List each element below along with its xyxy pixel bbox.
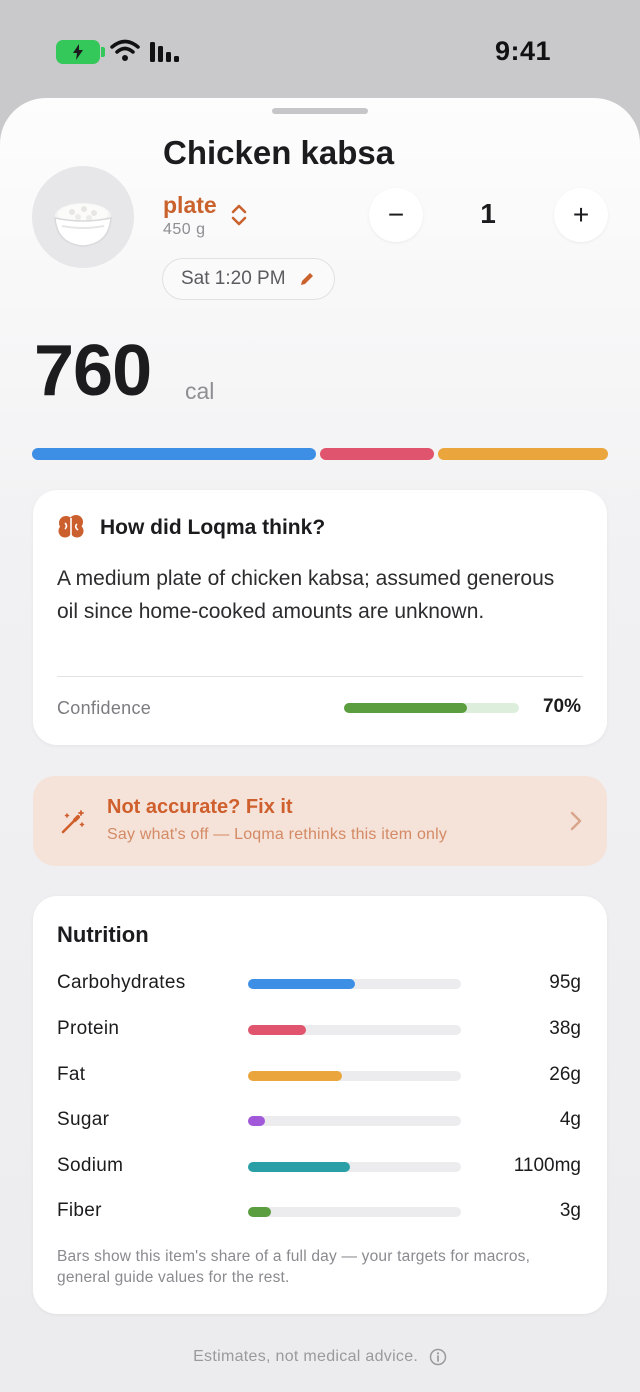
macro-segment-protein xyxy=(320,448,434,460)
nutrient-value: 95g xyxy=(549,972,581,993)
disclaimer: Estimates, not medical advice. xyxy=(0,1348,640,1366)
nutrition-card: Nutrition Carbohydrates 95g Protein 38g … xyxy=(33,896,607,1314)
divider xyxy=(57,676,583,677)
confidence-bar xyxy=(344,703,519,713)
info-icon[interactable] xyxy=(429,1348,447,1366)
sheet-drag-handle[interactable] xyxy=(272,108,368,114)
food-detail-sheet: Chicken kabsa plate 450 g − 1 + Sat 1:20… xyxy=(0,98,640,1392)
nutrient-value: 3g xyxy=(559,1200,581,1221)
nutrition-footnote: Bars show this item's share of a full da… xyxy=(57,1248,531,1286)
calories-value: 760 xyxy=(34,331,152,411)
reasoning-text: A medium plate of chicken kabsa; assumed… xyxy=(57,567,555,623)
nutrient-value: 38g xyxy=(549,1018,581,1039)
nutrient-bar-fill xyxy=(248,1116,266,1126)
nutrition-title: Nutrition xyxy=(57,922,149,947)
nutrient-bar-fill xyxy=(248,1071,342,1081)
battery-tip xyxy=(101,47,105,57)
fix-it-title: Not accurate? Fix it xyxy=(107,796,293,818)
nutrient-bar-fill xyxy=(248,1207,272,1217)
nutrient-bar xyxy=(248,979,461,989)
chevron-up-down-icon[interactable] xyxy=(229,202,249,228)
nutrient-row: Sodium 1100mg xyxy=(33,1155,607,1179)
nutrient-label: Fat xyxy=(57,1064,86,1085)
calories-unit: cal xyxy=(185,378,215,404)
wifi-icon xyxy=(110,39,140,61)
status-time: 9:41 xyxy=(494,36,551,66)
nutrient-bar xyxy=(248,1071,461,1081)
rice-bowl-icon xyxy=(32,166,134,268)
confidence-value: 70% xyxy=(542,696,581,717)
nutrient-row: Protein 38g xyxy=(33,1018,607,1042)
minus-label: − xyxy=(387,199,405,230)
nutrient-label: Fiber xyxy=(57,1200,102,1221)
nutrient-bar-fill xyxy=(248,1162,351,1172)
logged-time: Sat 1:20 PM xyxy=(181,268,286,289)
decrease-quantity-button[interactable]: − xyxy=(369,188,423,242)
serving-unit[interactable]: plate xyxy=(163,192,217,219)
nutrient-label: Carbohydrates xyxy=(57,972,186,993)
plus-label: + xyxy=(572,199,590,230)
confidence-bar-fill xyxy=(344,703,467,713)
signal-icon xyxy=(150,42,179,62)
logged-time-chip[interactable]: Sat 1:20 PM xyxy=(162,258,335,300)
nutrient-value: 4g xyxy=(559,1109,581,1130)
fix-it-button[interactable]: Not accurate? Fix it Say what's off — Lo… xyxy=(33,776,607,866)
nutrient-bar xyxy=(248,1162,461,1172)
macro-segment-carbohydrates xyxy=(32,448,316,460)
fix-it-subtitle: Say what's off — Loqma rethinks this ite… xyxy=(107,826,448,843)
chevron-right-icon xyxy=(570,811,582,831)
increase-quantity-button[interactable]: + xyxy=(554,188,608,242)
nutrient-bar-fill xyxy=(248,1025,306,1035)
serving-grams: 450 g xyxy=(163,221,206,238)
nutrient-row: Fiber 3g xyxy=(33,1200,607,1224)
nutrient-bar xyxy=(248,1116,461,1126)
nutrient-row: Carbohydrates 95g xyxy=(33,972,607,996)
nutrient-row: Sugar 4g xyxy=(33,1109,607,1133)
nutrient-label: Sugar xyxy=(57,1109,110,1130)
quantity-value: 1 xyxy=(480,198,496,229)
nutrient-bar xyxy=(248,1025,461,1035)
status-bar: 9:41 xyxy=(0,0,640,100)
disclaimer-text: Estimates, not medical advice. xyxy=(193,1348,419,1365)
pencil-icon xyxy=(300,273,313,285)
serving-selector[interactable]: plate 450 g xyxy=(163,192,217,239)
reasoning-title: How did Loqma think? xyxy=(100,516,326,539)
food-title: Chicken kabsa xyxy=(163,134,395,171)
nutrient-label: Protein xyxy=(57,1018,120,1039)
nutrient-value: 1100mg xyxy=(513,1155,581,1176)
reasoning-card: How did Loqma think? A medium plate of c… xyxy=(33,490,607,745)
nutrient-value: 26g xyxy=(549,1064,581,1085)
macro-segment-fat xyxy=(438,448,608,460)
brain-icon xyxy=(58,515,84,538)
nutrient-row: Fat 26g xyxy=(33,1064,607,1088)
confidence-label: Confidence xyxy=(57,698,152,718)
nutrient-bar xyxy=(248,1207,461,1217)
magic-wand-icon xyxy=(61,810,85,834)
nutrient-label: Sodium xyxy=(57,1155,124,1176)
nutrient-bar-fill xyxy=(248,979,355,989)
battery-charging-icon xyxy=(56,40,100,64)
